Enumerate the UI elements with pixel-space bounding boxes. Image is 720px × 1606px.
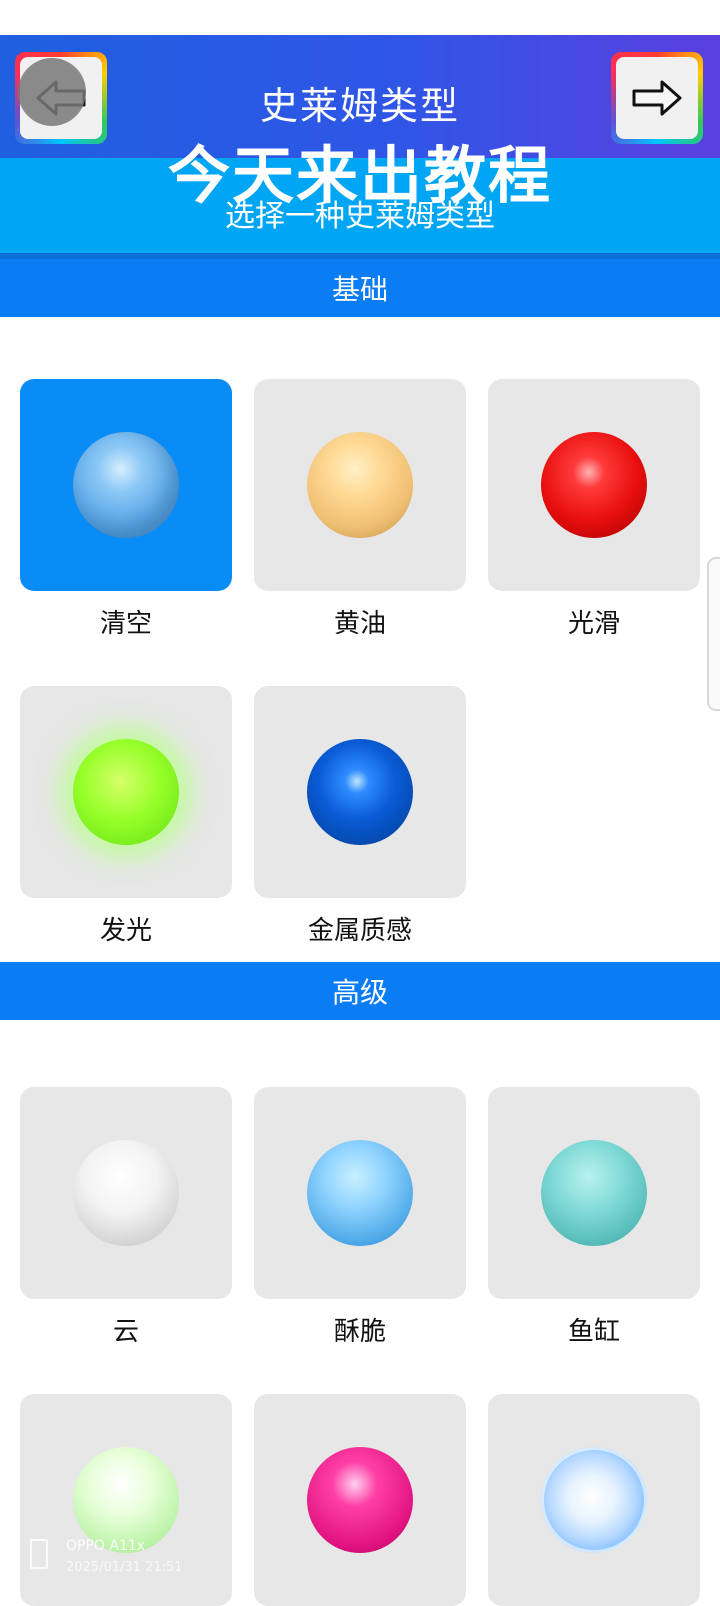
slime-type-pink[interactable] <box>254 1394 466 1606</box>
fishbowl-slime-icon <box>541 1140 647 1246</box>
slime-type-fishbowl[interactable] <box>488 1087 700 1299</box>
slime-type-fishbowl-label: 鱼缸 <box>567 1317 620 1347</box>
smooth-slime-icon <box>541 432 647 538</box>
slime-type-cloud[interactable] <box>20 1087 232 1299</box>
watermark-datetime: 2025/01/31 21:51 <box>66 1560 183 1575</box>
slime-type-crunchy[interactable] <box>254 1087 466 1299</box>
slime-type-clear-label: 清空 <box>99 609 152 639</box>
side-scroll-handle[interactable] <box>707 557 720 711</box>
slime-type-glow-label: 发光 <box>99 916 152 946</box>
pink-slime-icon <box>307 1447 413 1553</box>
crunchy-slime-icon <box>307 1140 413 1246</box>
header-subtitle: 史莱姆类型 <box>259 84 460 128</box>
cloud-slime-icon <box>73 1140 179 1246</box>
clear-slime-icon <box>73 432 179 538</box>
slime-type-smooth-label: 光滑 <box>567 609 620 639</box>
phone-icon <box>30 1539 48 1569</box>
bubble-slime-icon <box>541 1447 647 1553</box>
butter-slime-icon <box>307 432 413 538</box>
slime-type-butter[interactable] <box>254 379 466 591</box>
metallic-slime-icon <box>307 739 413 845</box>
slime-type-cloud-label: 云 <box>112 1317 139 1347</box>
slime-type-butter-label: 黄油 <box>333 609 386 639</box>
slime-type-clear[interactable] <box>20 379 232 591</box>
slime-type-glow[interactable] <box>20 686 232 898</box>
section-basic: 基础 <box>0 259 720 317</box>
slime-type-crunchy-label: 酥脆 <box>333 1317 386 1347</box>
slime-type-bubble[interactable] <box>488 1394 700 1606</box>
camera-watermark: OPPO A11x 2025/01/31 21:51 <box>30 1535 183 1579</box>
header-instruction: 选择一种史莱姆类型 <box>225 199 495 234</box>
slime-type-metallic[interactable] <box>254 686 466 898</box>
slime-type-smooth[interactable] <box>488 379 700 591</box>
glow-slime-icon <box>73 739 179 845</box>
section-advanced: 高级 <box>0 962 720 1020</box>
watermark-device: OPPO A11x <box>66 1538 146 1554</box>
slime-type-metallic-label: 金属质感 <box>307 916 412 946</box>
